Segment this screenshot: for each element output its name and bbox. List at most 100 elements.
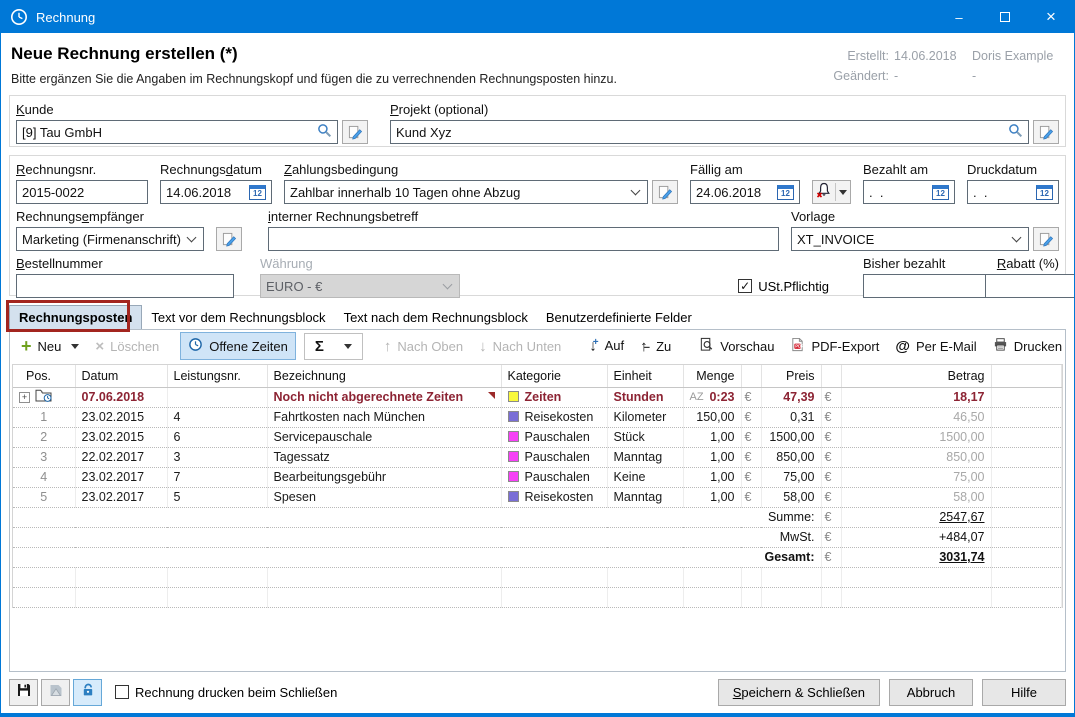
summary-row-summe: Summe: € 2547,67 (13, 507, 1062, 527)
caret-down-icon[interactable] (344, 344, 352, 349)
bezahlt-am-field[interactable]: 12 (863, 180, 955, 204)
tab-rechnungsposten[interactable]: Rechnungsposten (9, 305, 142, 329)
print-on-close-checkbox[interactable]: Rechnung drucken beim Schließen (115, 685, 337, 700)
table-row[interactable]: 1 23.02.2015 4 Fahrtkosten nach München … (13, 407, 1062, 427)
col-preis[interactable]: Preis (761, 365, 821, 387)
bezahlt-am-input[interactable] (869, 185, 927, 200)
chevron-down-icon (443, 280, 453, 290)
table-row[interactable]: 2 23.02.2015 6 Servicepauschale Pauschal… (13, 427, 1062, 447)
kunde-field[interactable] (16, 120, 338, 144)
col-menge[interactable]: Menge (683, 365, 741, 387)
pdf-export-button[interactable]: PDFPDF-Export (783, 333, 886, 359)
help-button[interactable]: Hilfe (982, 679, 1066, 706)
rechnungsempfaenger-select[interactable] (16, 227, 204, 251)
kunde-input[interactable] (22, 125, 317, 140)
gesamt-value: 3031,74 (939, 550, 984, 564)
chevron-down-icon[interactable] (631, 186, 641, 196)
bestellnummer-input[interactable] (22, 279, 228, 294)
col-einheit[interactable]: Einheit (607, 365, 683, 387)
projekt-edit-button[interactable] (1033, 120, 1059, 144)
close-button[interactable]: × (1028, 1, 1074, 33)
table-row[interactable]: 3 22.02.2017 3 Tagessatz Pauschalen Mann… (13, 447, 1062, 467)
zahlungsbedingung-select[interactable] (284, 180, 648, 204)
chevron-down-icon[interactable] (1012, 233, 1022, 243)
offene-zeiten-button[interactable]: Offene Zeiten (180, 332, 296, 360)
table-row[interactable]: 4 23.02.2017 7 Bearbeitungsgebühr Pausch… (13, 467, 1062, 487)
zahlungsbedingung-edit-button[interactable] (652, 180, 678, 204)
rechnungsempfaenger-edit-button[interactable] (216, 227, 242, 251)
changed-label: Geändert: (833, 66, 889, 86)
summe-label: Summe: (13, 507, 821, 527)
col-leistungsnr[interactable]: Leistungsnr. (167, 365, 267, 387)
expand-plus-icon[interactable]: + (19, 392, 30, 403)
summe-sigma-button[interactable]: Σ (304, 333, 363, 360)
faellig-am-input[interactable] (696, 185, 772, 200)
tab-text-nach-rechnungsblock[interactable]: Text nach dem Rechnungsblock (335, 306, 537, 329)
created-user: Doris Example (972, 46, 1064, 66)
arrow-down-icon: ↓ (479, 338, 487, 355)
projekt-input[interactable] (396, 125, 1008, 140)
rechnungsdatum-field[interactable]: 12 (160, 180, 272, 204)
caret-down-icon[interactable] (839, 190, 847, 195)
rechnungsnr-input[interactable] (22, 185, 142, 200)
search-icon[interactable] (317, 123, 332, 141)
preview-doc-icon (699, 337, 714, 355)
col-bezeichnung[interactable]: Bezeichnung (267, 365, 501, 387)
save-export-button-disabled[interactable] (41, 679, 70, 706)
minimize-button[interactable]: – (936, 1, 982, 33)
rabatt-field[interactable] (985, 274, 1075, 298)
col-pos[interactable]: Pos. (13, 365, 75, 387)
printer-icon (993, 337, 1008, 355)
neu-button[interactable]: +Neu (14, 335, 86, 358)
maximize-button[interactable] (982, 1, 1028, 33)
druckdatum-field[interactable]: 12 (967, 180, 1059, 204)
nach-oben-button[interactable]: ↑Nach Oben (377, 334, 470, 359)
vorlage-edit-button[interactable] (1033, 227, 1059, 251)
vorlage-value (797, 232, 1007, 247)
checkbox-checked-icon[interactable]: ✓ (738, 279, 752, 293)
vorschau-button[interactable]: Vorschau (692, 333, 781, 359)
drucken-button[interactable]: Drucken (986, 333, 1069, 359)
rechnungsempfaenger-value (22, 232, 182, 247)
tab-benutzerdefinierte-felder[interactable]: Benutzerdefinierte Felder (537, 306, 701, 329)
chevron-down-icon[interactable] (187, 233, 197, 243)
abort-button[interactable]: Abbruch (889, 679, 973, 706)
search-icon[interactable] (1008, 123, 1023, 141)
table-row[interactable]: 5 23.02.2017 5 Spesen Reisekosten Mannta… (13, 487, 1062, 507)
rechnungsnr-field[interactable] (16, 180, 148, 204)
projekt-field[interactable] (390, 120, 1029, 144)
calendar-icon[interactable]: 12 (932, 185, 949, 200)
caret-down-icon[interactable] (71, 344, 79, 349)
tab-text-vor-rechnungsblock[interactable]: Text vor dem Rechnungsblock (142, 306, 334, 329)
nach-unten-button[interactable]: ↓Nach Unten (472, 334, 568, 359)
betreff-field[interactable] (268, 227, 779, 251)
betreff-input[interactable] (274, 232, 773, 247)
calendar-icon[interactable]: 12 (777, 185, 794, 200)
save-button[interactable] (9, 679, 38, 706)
zuklappen-button[interactable]: ↑−Zu (633, 334, 678, 359)
per-email-button[interactable]: @Per E-Mail (888, 334, 983, 359)
cell-datum: 07.06.2018 (75, 387, 167, 407)
ust-pflichtig-checkbox[interactable]: ✓ USt.Pflichtig (738, 274, 829, 298)
reminder-bell-button[interactable] (812, 180, 851, 204)
bestellnummer-label: Bestellnummer (16, 256, 234, 271)
aufklappen-button[interactable]: ↓+Auf (582, 333, 631, 358)
kunde-edit-button[interactable] (342, 120, 368, 144)
rechnungsdatum-input[interactable] (166, 185, 244, 200)
plus-icon: + (21, 339, 32, 353)
vorlage-select[interactable] (791, 227, 1029, 251)
loeschen-button[interactable]: ×Löschen (88, 334, 166, 359)
druckdatum-input[interactable] (973, 185, 1031, 200)
table-row-open-times[interactable]: + 07.06.2018 Noch nicht abgerechnete Zei… (13, 387, 1062, 407)
col-betrag[interactable]: Betrag (841, 365, 991, 387)
col-datum[interactable]: Datum (75, 365, 167, 387)
calendar-icon[interactable]: 12 (1036, 185, 1053, 200)
faellig-am-field[interactable]: 12 (690, 180, 800, 204)
save-close-button[interactable]: Speichern & Schließen (718, 679, 880, 706)
rabatt-input[interactable] (991, 279, 1075, 294)
col-kategorie[interactable]: Kategorie (501, 365, 607, 387)
checkbox-unchecked[interactable] (115, 685, 129, 699)
unlock-button[interactable] (73, 679, 102, 706)
bestellnummer-field[interactable] (16, 274, 234, 298)
calendar-icon[interactable]: 12 (249, 185, 266, 200)
